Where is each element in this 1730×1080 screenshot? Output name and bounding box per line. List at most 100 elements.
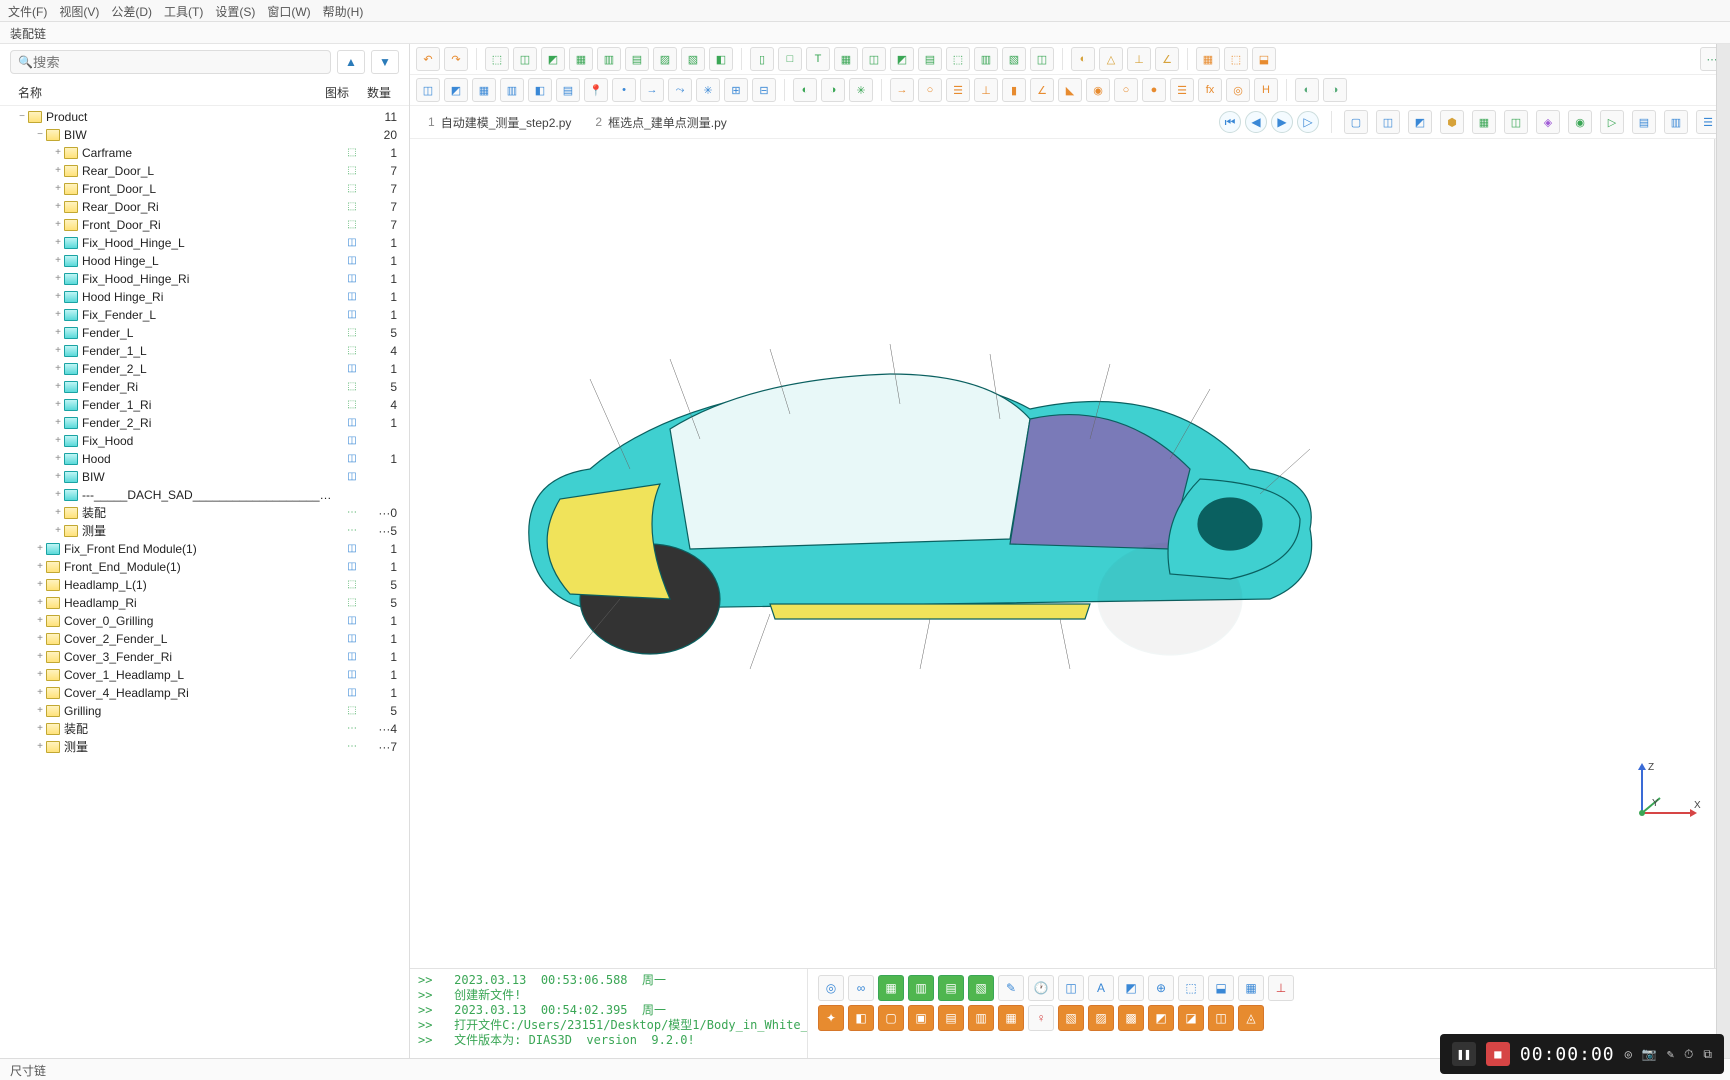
tree-node[interactable]: +Rear_Door_L⬚7 [8,162,401,180]
expander-icon[interactable]: + [52,450,64,468]
tree-node[interactable]: +Fix_Fender_L◫1 [8,306,401,324]
tree-node[interactable]: +Fix_Hood_Hinge_Ri◫1 [8,270,401,288]
p-b14[interactable]: ◫ [1208,1005,1234,1031]
p-a11[interactable]: ◩ [1118,975,1144,1001]
tree-node[interactable]: +测量⋯···5 [8,522,401,540]
tree-node[interactable]: +Front_Door_Ri⬚7 [8,216,401,234]
expander-icon[interactable]: + [52,162,64,180]
tab-2[interactable]: 2框选点_建单点测量.py [587,112,734,133]
tree-node[interactable]: +Fix_Hood◫ [8,432,401,450]
t2-c4[interactable]: ⊥ [974,78,998,102]
p-a14[interactable]: ⬓ [1208,975,1234,1001]
tool-a6[interactable]: ▤ [625,47,649,71]
p-b5[interactable]: ▤ [938,1005,964,1031]
tree-node[interactable]: +Headlamp_Ri⬚5 [8,594,401,612]
tree-node[interactable]: +Cover_2_Fender_L◫1 [8,630,401,648]
tree-node[interactable]: +Carframe⬚1 [8,144,401,162]
p-b4[interactable]: ▣ [908,1005,934,1031]
tool-b3[interactable]: T [806,47,830,71]
tool-b4[interactable]: ▦ [834,47,858,71]
t2-a3[interactable]: ▦ [472,78,496,102]
down-button[interactable]: ▼ [371,50,399,74]
expander-icon[interactable]: + [52,504,64,522]
tree-node[interactable]: +Fix_Front End Module(1)◫1 [8,540,401,558]
expander-icon[interactable]: + [34,558,46,576]
tree-node[interactable]: +Cover_3_Fender_Ri◫1 [8,648,401,666]
t2-a7[interactable]: 📍 [584,78,608,102]
t2-c9[interactable]: ○ [1114,78,1138,102]
p-a4[interactable]: ▥ [908,975,934,1001]
menu-file[interactable]: 文件(F) [8,3,47,18]
expander-icon[interactable]: + [52,432,64,450]
expander-icon[interactable]: + [52,180,64,198]
tool-a7[interactable]: ▨ [653,47,677,71]
nav-play[interactable]: ▷ [1297,111,1319,133]
p-a6[interactable]: ▧ [968,975,994,1001]
redo-button[interactable]: ↷ [444,47,468,71]
expander-icon[interactable]: + [52,414,64,432]
view-4[interactable]: ⬢ [1440,110,1464,134]
tool-a8[interactable]: ▧ [681,47,705,71]
expander-icon[interactable]: + [34,666,46,684]
tree-node[interactable]: +Hood Hinge_L◫1 [8,252,401,270]
view-8[interactable]: ◉ [1568,110,1592,134]
tree-node[interactable]: +BIW◫ [8,468,401,486]
tool-b11[interactable]: ◫ [1030,47,1054,71]
t2-c12[interactable]: fx [1198,78,1222,102]
expander-icon[interactable]: + [34,540,46,558]
tool-a4[interactable]: ▦ [569,47,593,71]
p-a10[interactable]: A [1088,975,1114,1001]
view-7[interactable]: ◈ [1536,110,1560,134]
tool-b5[interactable]: ◫ [862,47,886,71]
p-a16[interactable]: ⊥ [1268,975,1294,1001]
menu-win[interactable]: 窗口(W) [267,3,310,18]
t2-a9[interactable]: → [640,78,664,102]
tree-node[interactable]: +Fender_Ri⬚5 [8,378,401,396]
tool-b8[interactable]: ⬚ [946,47,970,71]
p-b15[interactable]: ◬ [1238,1005,1264,1031]
expander-icon[interactable]: − [34,126,46,144]
p-b1[interactable]: ✦ [818,1005,844,1031]
expander-icon[interactable]: + [52,234,64,252]
t2-b2[interactable]: ◑ [821,78,845,102]
tool-c2[interactable]: △ [1099,47,1123,71]
expander-icon[interactable]: + [34,702,46,720]
expander-icon[interactable]: + [52,324,64,342]
expander-icon[interactable]: + [52,486,64,504]
expander-icon[interactable]: + [52,252,64,270]
t2-c7[interactable]: ◣ [1058,78,1082,102]
expander-icon[interactable]: + [52,378,64,396]
t2-d2[interactable]: ◑ [1323,78,1347,102]
up-button[interactable]: ▲ [337,50,365,74]
tool-c1[interactable]: ◐ [1071,47,1095,71]
tree-node[interactable]: +Fender_2_Ri◫1 [8,414,401,432]
expander-icon[interactable]: + [52,360,64,378]
menu-tool[interactable]: 工具(T) [164,3,203,18]
p-a1[interactable]: ◎ [818,975,844,1001]
p-a8[interactable]: 🕐 [1028,975,1054,1001]
axis-gizmo[interactable]: Z X Y [1622,758,1702,828]
t2-c8[interactable]: ◉ [1086,78,1110,102]
expander-icon[interactable]: + [52,198,64,216]
menu-view[interactable]: 视图(V) [59,3,99,18]
t2-a5[interactable]: ◧ [528,78,552,102]
t2-c1[interactable]: → [890,78,914,102]
p-a3[interactable]: ▦ [878,975,904,1001]
tree-node[interactable]: +Cover_0_Grilling◫1 [8,612,401,630]
t2-a11[interactable]: ✳ [696,78,720,102]
tree-node[interactable]: +Rear_Door_Ri⬚7 [8,198,401,216]
t2-c11[interactable]: ☰ [1170,78,1194,102]
view-11[interactable]: ▥ [1664,110,1688,134]
nav-first[interactable]: ⏮ [1219,111,1241,133]
3d-viewport[interactable]: Z X Y ▲ ▼ [410,139,1730,968]
t2-b1[interactable]: ◐ [793,78,817,102]
t2-c3[interactable]: ☰ [946,78,970,102]
expander-icon[interactable]: + [52,144,64,162]
tool-b10[interactable]: ▧ [1002,47,1026,71]
menu-tol[interactable]: 公差(D) [111,3,152,18]
p-b9[interactable]: ▧ [1058,1005,1084,1031]
tool-a5[interactable]: ▥ [597,47,621,71]
p-a12[interactable]: ⊕ [1148,975,1174,1001]
p-b8[interactable]: ♀ [1028,1005,1054,1031]
tool-d2[interactable]: ⬚ [1224,47,1248,71]
